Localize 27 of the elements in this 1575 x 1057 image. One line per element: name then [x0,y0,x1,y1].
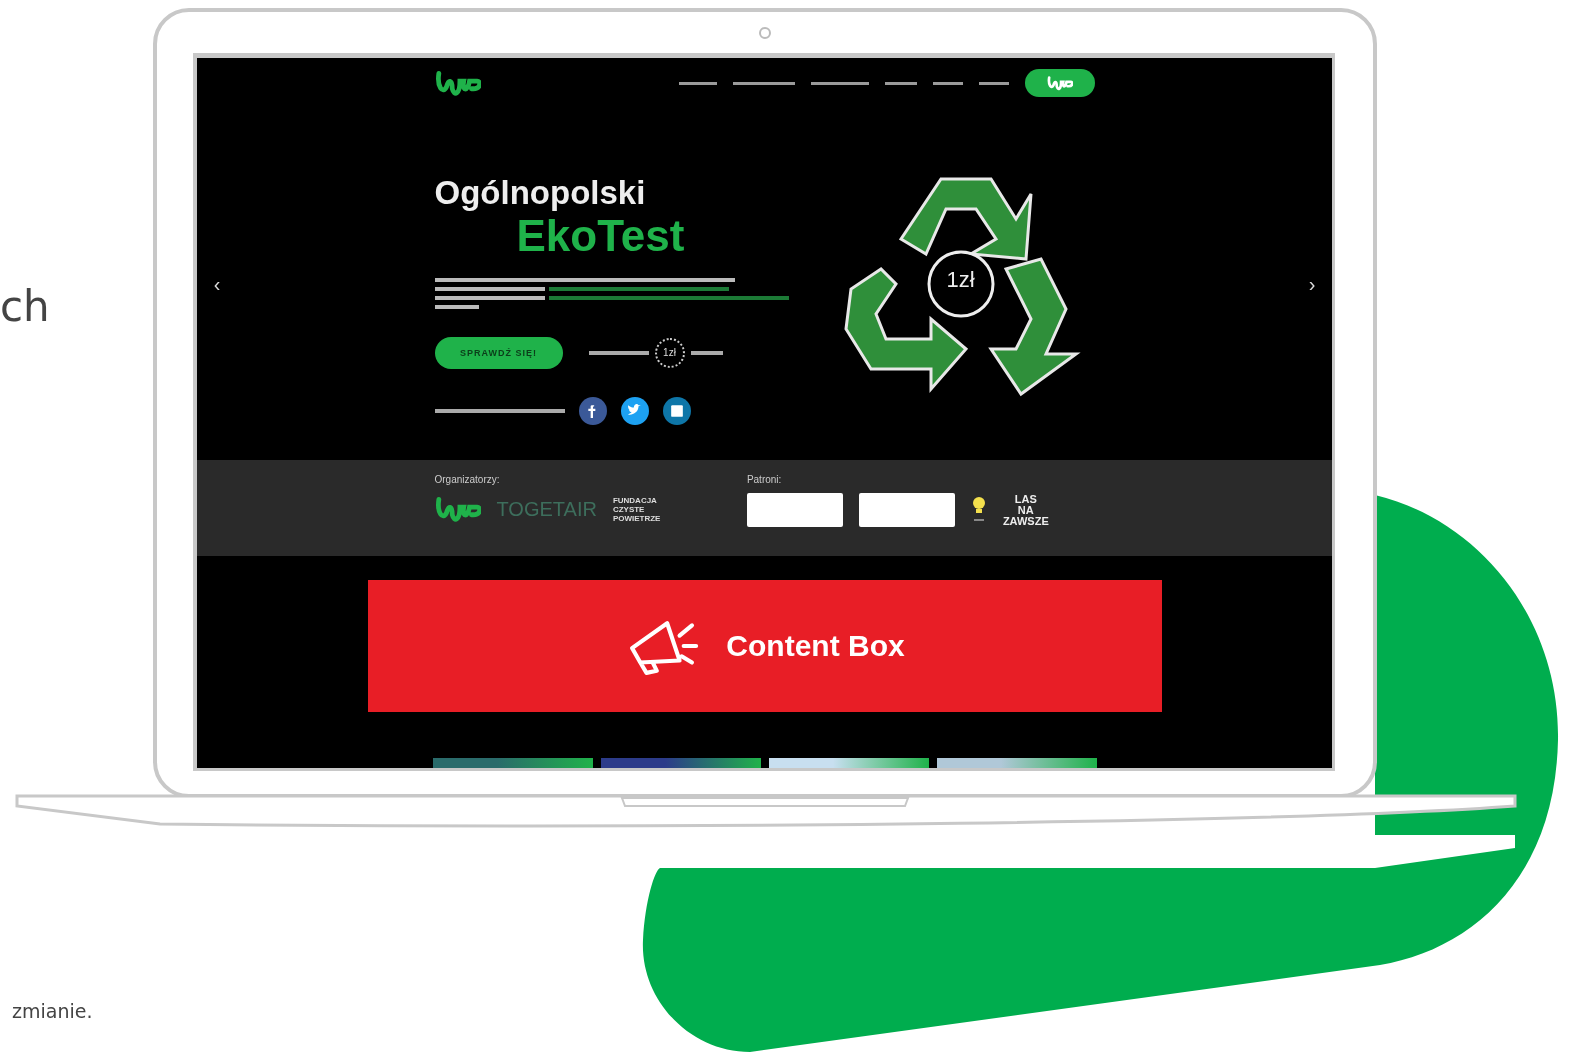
bird-icon[interactable] [620,396,649,425]
caption-text-drawing [690,350,723,355]
account-button[interactable] [1024,69,1095,97]
caption-text-drawing [588,350,649,355]
nav-link[interactable] [810,81,869,85]
nav-link[interactable] [884,81,917,85]
patron-wordmark: LAS NA ZAWSZE [1002,493,1049,527]
logo-icon [1046,74,1073,92]
heading-text: ch [0,282,50,331]
facebook-icon[interactable] [578,396,607,425]
nav-link[interactable] [978,81,1009,85]
hero-title: Ogólnopolski [434,173,647,212]
nav-link[interactable] [732,81,795,85]
nav-link[interactable] [678,81,717,85]
previous-slide-button[interactable]: ‹ [197,272,237,296]
next-slide-button[interactable]: › [1292,272,1332,296]
note-text: zmianie. [12,1000,93,1022]
check-yourself-button[interactable]: SPRAWDŹ SIĘ! [434,336,563,369]
foundation-wordmark: FUNDACJA CZYSTE POWIETRZE [612,495,662,523]
coin-label: 1zł [945,267,976,293]
coin-badge: 1zł [654,337,685,368]
nav-link[interactable] [932,81,963,85]
patrons-label: Patroni: [746,474,783,485]
content-box-title: Content Box [726,629,905,663]
organizer-wordmark: TOGETAIR [496,497,597,521]
organizers-label: Organizatorzy: [434,474,501,485]
hero-highlight: EkoTest [516,211,686,260]
